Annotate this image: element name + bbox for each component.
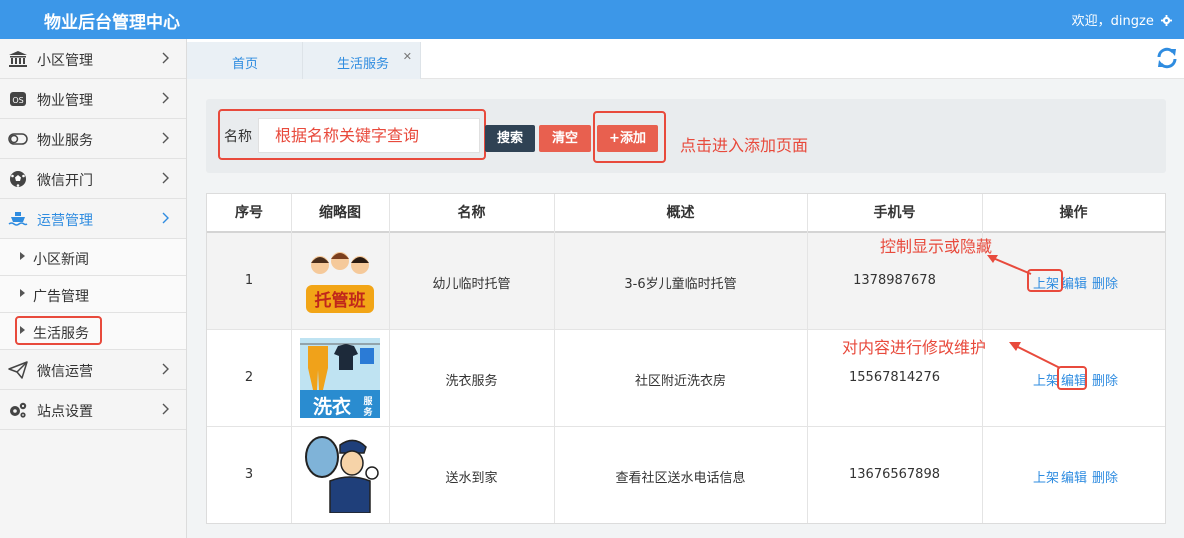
thumbnail-text: 务 (363, 406, 373, 418)
sidebar-item-property[interactable]: OS 物业管理 (0, 79, 186, 119)
highlight-box (593, 111, 666, 163)
top-bar: 物业后台管理中心 欢迎，dingze (0, 0, 1184, 39)
tab-home[interactable]: 首页 (187, 42, 303, 79)
submenu-item-label: 小区新闻 (33, 252, 89, 268)
submenu-item-label: 广告管理 (33, 289, 89, 305)
annotation-edit: 对内容进行修改维护 (842, 338, 987, 357)
row-number: 1 (244, 273, 254, 288)
sidebar-item-site-settings[interactable]: 站点设置 (0, 390, 186, 430)
paper-plane-icon (8, 361, 28, 379)
sidebar-item-label: 小区管理 (37, 53, 93, 69)
caret-right-icon (20, 289, 25, 297)
thumbnail-water-delivery (300, 433, 380, 513)
thumbnail-daycare: 托管班 (300, 243, 380, 323)
delete-link[interactable]: 删除 (1092, 370, 1118, 389)
thumbnail-text: 洗衣 (313, 395, 351, 418)
shelve-link[interactable]: 上架 (1033, 370, 1059, 389)
chevron-right-icon (162, 132, 169, 144)
sidebar-item-label: 微信开门 (37, 173, 93, 189)
table-row: 3 送水到家 查看社区送水电话信息 13676567898 上架 编辑 删除 (207, 427, 1165, 524)
bank-icon (9, 51, 27, 67)
sidebar-item-operations[interactable]: 运营管理 (0, 199, 186, 239)
tab-label: 首页 (232, 57, 259, 72)
highlight-box (218, 109, 486, 160)
chevron-right-icon (162, 212, 169, 224)
sidebar-item-label: 微信运营 (37, 364, 93, 380)
thumbnail-text: 托管班 (315, 290, 366, 311)
row-name: 洗衣服务 (445, 374, 498, 389)
submenu-item-community-news[interactable]: 小区新闻 (0, 239, 186, 276)
annotation-toggle: 控制显示或隐藏 (880, 237, 993, 256)
sidebar-item-label: 运营管理 (37, 213, 93, 229)
column-header: 手机号 (873, 205, 916, 221)
column-divider (291, 194, 292, 523)
row-name: 送水到家 (445, 471, 498, 486)
row-phone: 15567814276 (849, 370, 940, 385)
sidebar-item-community[interactable]: 小区管理 (0, 39, 186, 79)
sidebar-item-wechat-ops[interactable]: 微信运营 (0, 350, 186, 390)
delete-link[interactable]: 删除 (1092, 273, 1118, 292)
column-divider (807, 194, 808, 523)
edit-link[interactable]: 编辑 (1061, 273, 1087, 292)
row-phone: 13676567898 (849, 467, 940, 482)
row-summary: 3-6岁儿童临时托管 (624, 277, 737, 292)
soccer-ball-icon (10, 171, 26, 187)
row-summary: 查看社区送水电话信息 (615, 471, 746, 486)
column-divider (554, 194, 555, 523)
chevron-right-icon (162, 52, 169, 64)
thumbnail-laundry: 洗衣 服 务 (300, 338, 380, 418)
tab-label: 生活服务 (337, 57, 390, 72)
refresh-icon[interactable] (1155, 46, 1179, 70)
column-header: 概述 (666, 205, 695, 221)
chevron-right-icon (162, 363, 169, 375)
column-header: 名称 (457, 205, 486, 221)
close-icon[interactable]: ✕ (403, 50, 412, 63)
svg-text:OS: OS (12, 96, 23, 105)
tab-bar: 首页 生活服务 ✕ (187, 39, 1184, 79)
sidebar-item-label: 物业服务 (37, 133, 93, 149)
search-button[interactable]: 搜索 (485, 125, 535, 152)
clear-button[interactable]: 清空 (539, 125, 591, 152)
user-welcome[interactable]: 欢迎，dingze (1072, 10, 1172, 29)
arrow-annotation (987, 255, 1032, 275)
sidebar-item-label: 站点设置 (37, 404, 93, 420)
gears-icon (10, 402, 27, 418)
column-divider (389, 194, 390, 523)
caret-right-icon (20, 252, 25, 260)
delete-link[interactable]: 删除 (1092, 467, 1118, 486)
app-title: 物业后台管理中心 (44, 13, 180, 33)
highlight-box (15, 316, 102, 345)
column-header: 操作 (1059, 205, 1088, 221)
thumbnail-text: 服 (363, 396, 373, 407)
submenu-item-ad-management[interactable]: 广告管理 (0, 276, 186, 313)
row-phone: 1378987678 (853, 273, 936, 288)
sidebar-item-property-service[interactable]: 物业服务 (0, 119, 186, 159)
chevron-right-icon (162, 403, 169, 415)
row-summary: 社区附近洗衣房 (634, 374, 726, 389)
row-name: 幼儿临时托管 (432, 277, 511, 292)
chevron-right-icon (162, 172, 169, 184)
edit-link[interactable]: 编辑 (1061, 467, 1087, 486)
shelve-link[interactable]: 上架 (1033, 467, 1059, 486)
table-row: 1 托管班 幼儿临时托管 3-6岁儿童临时托管 1378987678 上架 编辑… (207, 233, 1165, 330)
column-header: 序号 (235, 205, 263, 221)
sidebar-item-wechat-door[interactable]: 微信开门 (0, 159, 186, 199)
column-header: 缩略图 (319, 205, 361, 221)
os-badge-icon: OS (10, 92, 26, 106)
chevron-right-icon (162, 92, 169, 104)
ship-icon (8, 212, 28, 226)
arrow-annotation (1009, 342, 1061, 369)
annotation-add: 点击进入添加页面 (680, 136, 809, 155)
sidebar: 小区管理 OS 物业管理 物业服务 微信开门 运营管理 小区新闻 广告管理 生活… (0, 39, 187, 538)
welcome-text: 欢迎，dingze (1071, 14, 1154, 29)
gear-icon[interactable] (1161, 15, 1172, 26)
toggle-icon (8, 133, 28, 145)
row-number: 2 (244, 370, 254, 385)
tab-life-service[interactable]: 生活服务 ✕ (303, 42, 421, 79)
sidebar-item-label: 物业管理 (37, 93, 93, 109)
row-number: 3 (244, 467, 254, 482)
